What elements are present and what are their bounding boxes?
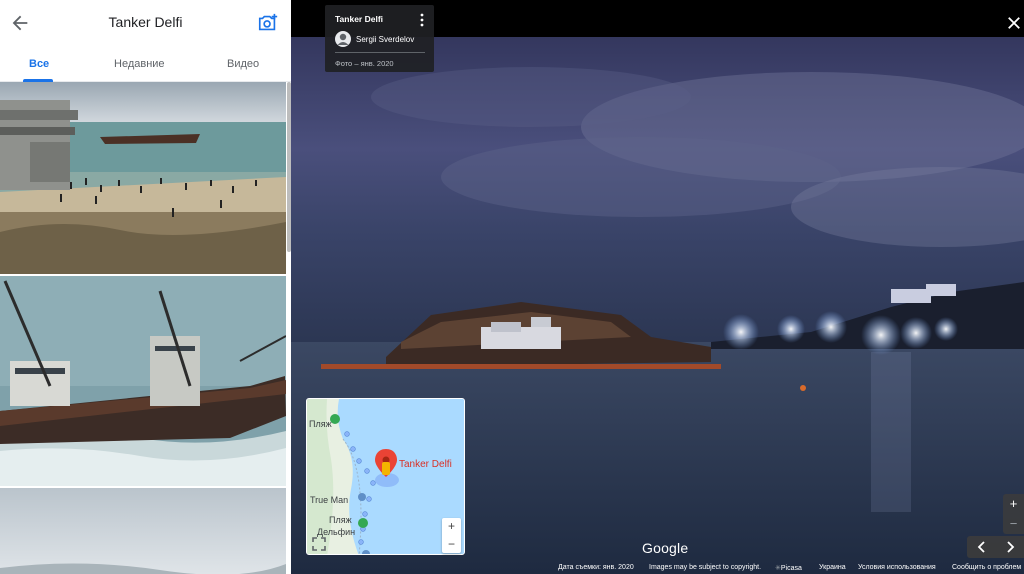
- map-zoom-in-button[interactable]: +: [442, 518, 461, 535]
- chevron-left-icon[interactable]: [974, 539, 990, 555]
- photo-thumbnail-beach[interactable]: [0, 82, 286, 274]
- capture-date: Дата съемки: янв. 2020: [558, 564, 634, 571]
- panel-header: Tanker Delfi: [0, 0, 291, 46]
- source-name: Picasa: [780, 565, 802, 572]
- map-place-label: Tanker Delfi: [399, 459, 452, 470]
- photo-date: Фото – янв. 2020: [335, 59, 394, 68]
- google-logo: Google: [642, 540, 689, 556]
- add-photo-icon[interactable]: [257, 12, 279, 34]
- viewer-zoom-control: + −: [1003, 494, 1024, 534]
- map-label: Пляж: [309, 419, 332, 429]
- tab-video[interactable]: Видео: [227, 58, 259, 70]
- country-link[interactable]: Украина: [819, 564, 846, 571]
- zoom-out-button[interactable]: −: [1003, 514, 1024, 534]
- place-name[interactable]: Tanker Delfi: [335, 14, 383, 24]
- media-tabs: Все Недавние Видео: [0, 46, 291, 82]
- photo-navigation: [967, 536, 1024, 558]
- photo-list-panel: Tanker Delfi Все Недавние Видео: [0, 0, 291, 574]
- zoom-in-button[interactable]: +: [1003, 494, 1024, 514]
- map-zoom-out-button[interactable]: −: [442, 536, 461, 553]
- footer-bar: Дата съемки: янв. 2020 Images may be sub…: [291, 562, 1024, 574]
- photo-info-card: Tanker Delfi Sergii Sverdelov Фото – янв…: [325, 5, 434, 72]
- close-icon[interactable]: [1005, 14, 1023, 32]
- chevron-right-icon[interactable]: [1002, 539, 1018, 555]
- map-label: Дельфин: [317, 527, 356, 537]
- tab-all[interactable]: Все: [29, 58, 49, 70]
- photo-thumbnail-sky[interactable]: [0, 488, 286, 574]
- more-vert-icon[interactable]: [417, 12, 427, 28]
- avatar[interactable]: [335, 31, 351, 47]
- divider: [335, 52, 425, 53]
- map-zoom-control: + −: [442, 518, 461, 553]
- report-problem-link[interactable]: Сообщить о проблем: [952, 564, 1021, 571]
- terms-link[interactable]: Условия использования: [858, 564, 936, 571]
- tab-recent[interactable]: Недавние: [114, 58, 165, 70]
- map-label: True Man: [310, 495, 349, 505]
- author-name[interactable]: Sergii Sverdelov: [356, 35, 414, 44]
- fullscreen-icon[interactable]: [312, 537, 326, 551]
- page-title: Tanker Delfi: [108, 14, 183, 30]
- copyright-notice: Images may be subject to copyright.: [649, 564, 762, 571]
- source-label[interactable]: ✳Picasa: [775, 564, 802, 572]
- map-label: Пляж: [329, 515, 352, 525]
- photo-thumbnail-storm[interactable]: [0, 276, 286, 486]
